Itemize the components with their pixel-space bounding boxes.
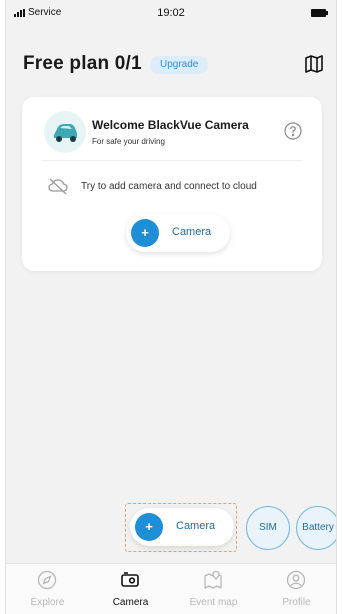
battery-button[interactable]: Battery (296, 506, 336, 550)
status-time: 19:02 (157, 7, 185, 19)
map-icon[interactable] (304, 54, 324, 74)
welcome-card: Welcome BlackVue Camera For safe your dr… (22, 97, 322, 271)
profile-icon (286, 570, 306, 590)
battery-status-icon (311, 9, 328, 17)
nav-explore-label: Explore (30, 597, 65, 608)
help-icon[interactable] (284, 122, 302, 140)
status-bar: Service 19:02 (6, 0, 336, 28)
plus-icon: + (131, 219, 159, 247)
welcome-subtitle: For safe your driving (92, 137, 165, 146)
car-icon (44, 111, 86, 153)
nav-profile[interactable]: Profile (255, 564, 336, 614)
camera-icon (120, 570, 140, 590)
add-camera-button[interactable]: + Camera (126, 214, 230, 252)
floating-camera-button[interactable]: + Camera (130, 508, 234, 546)
header: Free plan 0/1 Upgrade (6, 48, 336, 80)
nav-camera-label: Camera (112, 597, 149, 608)
nav-event-map[interactable]: Event map (172, 564, 255, 614)
welcome-title: Welcome BlackVue Camera (92, 118, 249, 132)
nav-explore[interactable]: Explore (6, 564, 89, 614)
nav-camera[interactable]: Camera (89, 564, 172, 614)
sim-button[interactable]: SIM (246, 506, 290, 550)
bottom-nav: Explore Camera Event map Profile (6, 563, 336, 614)
add-camera-label: Camera (172, 226, 212, 238)
nav-event-map-label: Event map (189, 597, 238, 608)
plus-icon: + (135, 513, 163, 541)
floating-camera-label: Camera (176, 520, 216, 532)
cloud-off-icon (48, 177, 68, 195)
phone-screen: Service 19:02 Free plan 0/1 Upgrade Welc… (5, 0, 337, 614)
map-pin-icon (203, 570, 223, 590)
card-divider (42, 160, 302, 161)
plan-title: Free plan 0/1 (23, 53, 142, 74)
cloud-message: Try to add camera and connect to cloud (81, 181, 257, 192)
upgrade-button[interactable]: Upgrade (150, 56, 209, 74)
compass-icon (37, 570, 57, 590)
nav-profile-label: Profile (282, 597, 311, 608)
